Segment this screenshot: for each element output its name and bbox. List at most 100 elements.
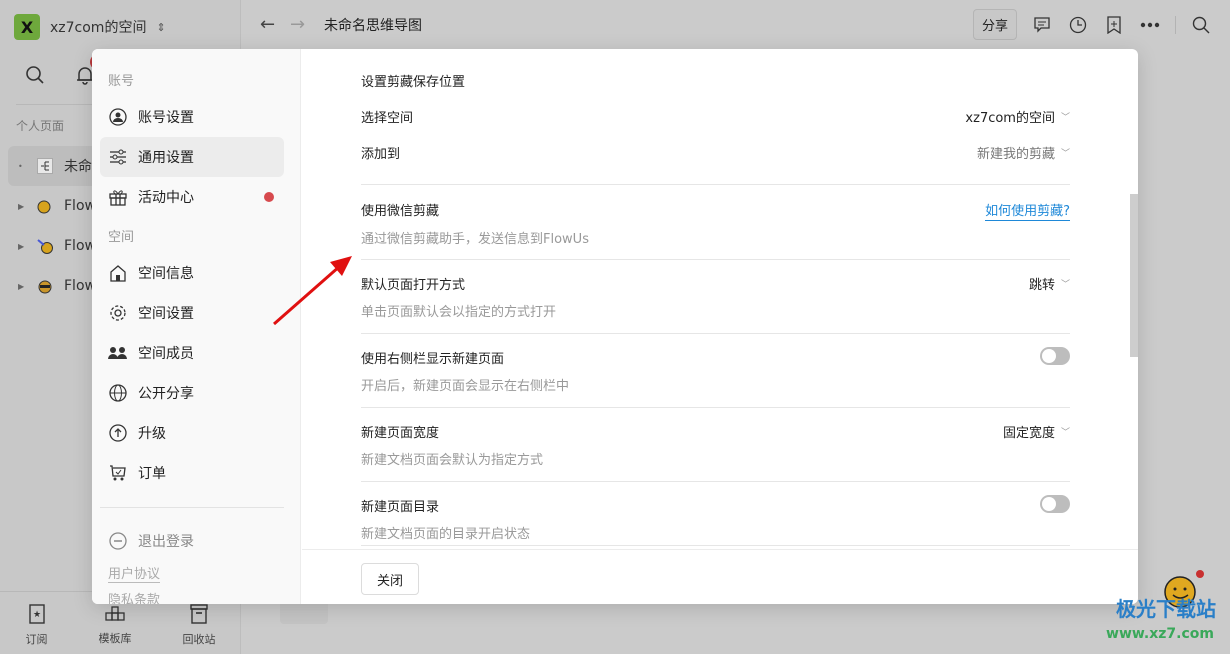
expand-triangle-icon[interactable]: ▶ xyxy=(18,202,26,211)
history-icon[interactable] xyxy=(1067,14,1089,36)
toc-desc: 新建文档页面的目录开启状态 xyxy=(361,527,531,542)
cart-icon xyxy=(108,463,128,483)
expand-triangle-icon[interactable]: ▶ xyxy=(18,242,26,251)
subscribe-button[interactable]: ★ 订阅 xyxy=(25,603,48,647)
bee-fly-emoji-icon xyxy=(34,235,56,257)
nav-account-settings[interactable]: 账号设置 xyxy=(100,97,284,137)
wechat-clip-desc: 通过微信剪藏助手，发送信息到FlowUs xyxy=(361,232,589,247)
nav-orders[interactable]: 订单 xyxy=(100,453,284,493)
notification-dot xyxy=(264,192,274,202)
template-button[interactable]: 模板库 xyxy=(99,605,132,646)
right-panel-label: 使用右侧栏显示新建页面 xyxy=(361,352,505,367)
nav-activity-center[interactable]: 活动中心 xyxy=(100,177,284,217)
members-icon xyxy=(108,343,128,363)
share-button[interactable]: 分享 xyxy=(972,9,1017,40)
divider xyxy=(361,481,1070,482)
choose-space-label: 选择空间 xyxy=(361,111,414,126)
user-circle-icon xyxy=(108,107,128,127)
nav-label: 空间信息 xyxy=(138,266,194,282)
modal-footer: 关闭 xyxy=(302,549,1138,604)
user-agreement-link[interactable]: 用户协议 xyxy=(108,563,161,583)
open-mode-value: 跳转 xyxy=(1028,278,1055,293)
chevron-down-icon: ﹀ xyxy=(1060,428,1070,438)
arrow-left-icon[interactable]: ← xyxy=(260,14,275,35)
page-width-label: 新建页面宽度 xyxy=(361,426,440,441)
chevron-down-icon: ﹀ xyxy=(1060,280,1070,290)
svg-text:★: ★ xyxy=(32,610,40,620)
workspace-name: xz7com的空间 xyxy=(50,20,147,36)
choose-space-select[interactable]: xz7com的空间 ﹀ xyxy=(965,107,1070,126)
search-icon[interactable] xyxy=(24,64,46,86)
add-to-label: 添加到 xyxy=(361,147,401,162)
sliders-icon xyxy=(108,147,128,167)
logout-button[interactable]: 退出登录 xyxy=(108,531,194,551)
search-icon[interactable] xyxy=(1190,14,1212,36)
right-panel-desc: 开启后，新建页面会显示在右侧栏中 xyxy=(361,379,570,394)
annotation-arrow-icon xyxy=(273,256,352,326)
chevron-down-icon: ﹀ xyxy=(1060,113,1070,123)
open-mode-select[interactable]: 跳转 ﹀ xyxy=(1029,274,1070,293)
template-label: 模板库 xyxy=(98,631,132,645)
subscribe-label: 订阅 xyxy=(25,632,48,646)
nav-upgrade[interactable]: 升级 xyxy=(100,413,284,453)
divider xyxy=(361,333,1070,334)
bullet-icon: • xyxy=(18,161,23,171)
nav-space-members[interactable]: 空间成员 xyxy=(100,333,284,373)
add-to-value: 新建我的剪藏 xyxy=(976,147,1055,162)
nav-general-settings[interactable]: 通用设置 xyxy=(100,137,284,177)
minus-circle-icon xyxy=(108,531,128,551)
workspace-switcher[interactable]: X xz7com的空间 ⇕ xyxy=(14,14,166,40)
divider xyxy=(361,259,1070,260)
nav-public-share[interactable]: 公开分享 xyxy=(100,373,284,413)
open-mode-label: 默认页面打开方式 xyxy=(361,278,466,293)
settings-content: 设置剪藏保存位置 选择空间 xz7com的空间 ﹀ 添加到 新建我的剪藏 ﹀ 使… xyxy=(302,49,1138,549)
arrow-right-icon[interactable]: → xyxy=(290,14,305,35)
close-button[interactable]: 关闭 xyxy=(361,563,419,595)
scrollbar[interactable] xyxy=(1130,194,1138,357)
expand-triangle-icon[interactable]: ▶ xyxy=(18,282,26,291)
bookmark-add-icon[interactable] xyxy=(1103,14,1125,36)
divider xyxy=(361,545,1070,546)
nav-label: 活动中心 xyxy=(138,190,194,206)
divider xyxy=(361,407,1070,408)
watermark-url: www.xz7.com xyxy=(1106,626,1214,642)
divider xyxy=(361,184,1070,185)
wechat-clip-label: 使用微信剪藏 xyxy=(361,204,440,219)
gift-icon xyxy=(108,187,128,207)
help-link-text[interactable]: 如何使用剪藏? xyxy=(985,200,1070,221)
page-width-desc: 新建文档页面会默认为指定方式 xyxy=(361,453,544,468)
right-panel-toggle[interactable] xyxy=(1040,347,1070,365)
page-width-value: 固定宽度 xyxy=(1002,426,1055,441)
template-icon xyxy=(105,605,125,626)
account-section-label: 账号 xyxy=(108,74,135,89)
workspace-logo: X xyxy=(14,14,40,40)
trash-icon xyxy=(190,603,208,627)
page-width-select[interactable]: 固定宽度 ﹀ xyxy=(1003,422,1070,441)
upgrade-icon xyxy=(108,423,128,443)
privacy-link[interactable]: 隐私条款 xyxy=(108,589,160,604)
document-title: 未命名思维导图 xyxy=(324,18,422,34)
nav-label: 订单 xyxy=(138,466,166,482)
bee-glasses-emoji-icon xyxy=(34,275,56,297)
wechat-clip-help-link[interactable]: 如何使用剪藏? xyxy=(985,200,1070,221)
add-to-select[interactable]: 新建我的剪藏 ﹀ xyxy=(977,143,1070,162)
nav-label: 空间设置 xyxy=(138,306,194,322)
divider xyxy=(100,507,284,508)
choose-space-value: xz7com的空间 xyxy=(965,111,1055,126)
background-card xyxy=(280,604,328,624)
watermark-title: 极光下载站 xyxy=(1116,597,1216,621)
divider xyxy=(1175,15,1176,34)
toc-toggle[interactable] xyxy=(1040,495,1070,513)
trash-button[interactable]: 回收站 xyxy=(183,603,216,647)
nav-space-settings[interactable]: 空间设置 xyxy=(100,293,284,333)
watermark: 极光下载站 www.xz7.com xyxy=(1062,568,1222,648)
mindmap-icon xyxy=(34,155,56,177)
chevron-down-icon: ﹀ xyxy=(1060,149,1070,159)
clip-location-title: 设置剪藏保存位置 xyxy=(361,75,466,90)
toc-label: 新建页面目录 xyxy=(361,500,440,515)
more-icon[interactable] xyxy=(1139,14,1161,36)
nav-space-info[interactable]: 空间信息 xyxy=(100,253,284,293)
comment-icon[interactable] xyxy=(1031,14,1053,36)
nav-label: 升级 xyxy=(138,426,166,442)
top-bar: ← → 未命名思维导图 分享 xyxy=(242,0,1230,49)
